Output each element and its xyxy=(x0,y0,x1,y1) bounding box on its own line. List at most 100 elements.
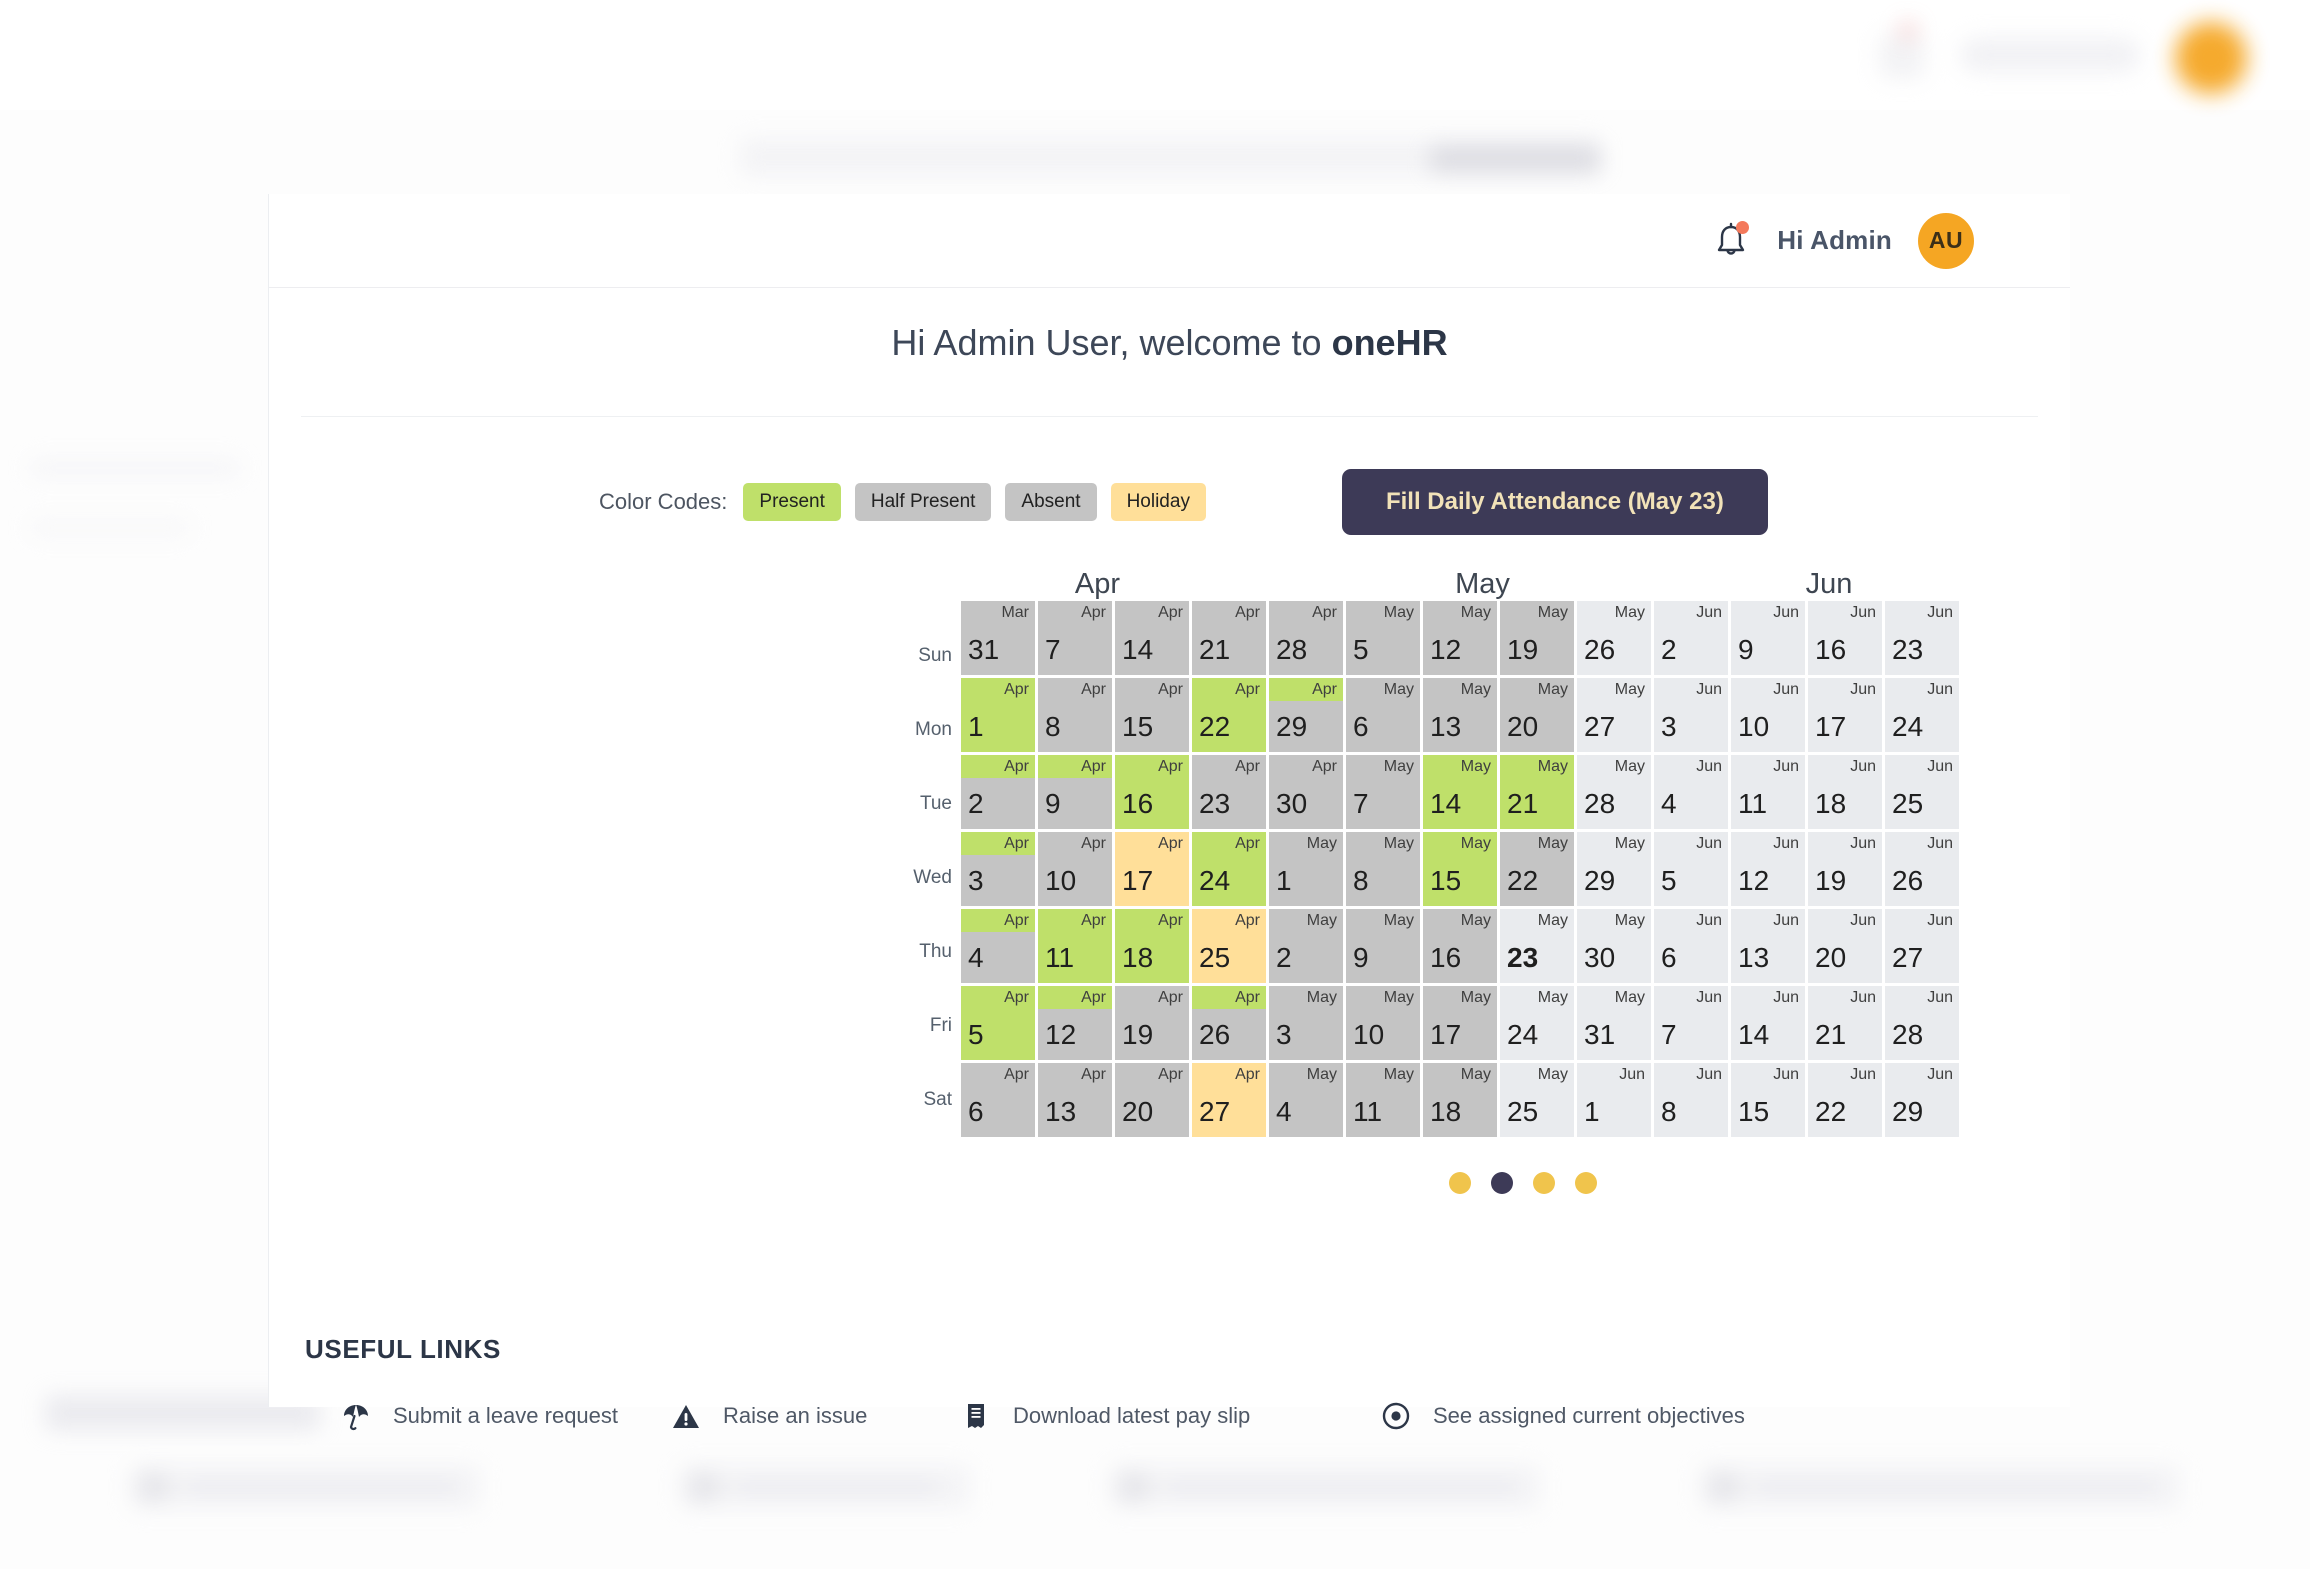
calendar-day-cell[interactable]: Jun 19 xyxy=(1808,832,1882,906)
calendar-day-cell[interactable]: Apr 19 xyxy=(1115,986,1189,1060)
calendar-day-cell[interactable]: Apr 16 xyxy=(1115,755,1189,829)
calendar-day-cell[interactable]: May 18 xyxy=(1423,1063,1497,1137)
calendar-day-cell[interactable]: Apr 21 xyxy=(1192,601,1266,675)
calendar-day-cell[interactable]: May 15 xyxy=(1423,832,1497,906)
calendar-day-cell[interactable]: Apr 10 xyxy=(1038,832,1112,906)
calendar-day-cell[interactable]: Jun 10 xyxy=(1731,678,1805,752)
calendar-day-cell[interactable]: Apr 1 xyxy=(961,678,1035,752)
calendar-day-cell[interactable]: Jun 11 xyxy=(1731,755,1805,829)
calendar-day-cell[interactable]: May 28 xyxy=(1577,755,1651,829)
calendar-day-cell[interactable]: Jun 6 xyxy=(1654,909,1728,983)
calendar-day-cell[interactable]: Apr 18 xyxy=(1115,909,1189,983)
calendar-day-cell[interactable]: May 7 xyxy=(1346,755,1420,829)
calendar-day-cell[interactable]: Apr 27 xyxy=(1192,1063,1266,1137)
calendar-day-cell[interactable]: Apr 5 xyxy=(961,986,1035,1060)
calendar-day-cell[interactable]: Jun 23 xyxy=(1885,601,1959,675)
calendar-day-cell[interactable]: May 5 xyxy=(1346,601,1420,675)
calendar-day-cell[interactable]: May 25 xyxy=(1500,1063,1574,1137)
calendar-day-cell[interactable]: May 17 xyxy=(1423,986,1497,1060)
calendar-day-cell[interactable]: May 20 xyxy=(1500,678,1574,752)
calendar-day-cell[interactable]: May 31 xyxy=(1577,986,1651,1060)
calendar-day-cell[interactable]: May 22 xyxy=(1500,832,1574,906)
calendar-day-cell[interactable]: Apr 13 xyxy=(1038,1063,1112,1137)
calendar-day-cell[interactable]: Jun 2 xyxy=(1654,601,1728,675)
calendar-day-cell[interactable]: May 19 xyxy=(1500,601,1574,675)
calendar-day-cell[interactable]: Apr 4 xyxy=(961,909,1035,983)
calendar-day-cell[interactable]: May 12 xyxy=(1423,601,1497,675)
calendar-day-cell[interactable]: Jun 17 xyxy=(1808,678,1882,752)
calendar-day-cell[interactable]: Apr 28 xyxy=(1269,601,1343,675)
calendar-day-cell[interactable]: Apr 12 xyxy=(1038,986,1112,1060)
calendar-day-cell[interactable]: Jun 22 xyxy=(1808,1063,1882,1137)
calendar-day-cell[interactable]: May 11 xyxy=(1346,1063,1420,1137)
calendar-day-cell[interactable]: Jun 1 xyxy=(1577,1063,1651,1137)
calendar-day-cell[interactable]: Apr 6 xyxy=(961,1063,1035,1137)
calendar-day-cell[interactable]: May 9 xyxy=(1346,909,1420,983)
link-download-pay-slip[interactable]: Download latest pay slip xyxy=(961,1401,1381,1431)
calendar-day-cell[interactable]: Apr 15 xyxy=(1115,678,1189,752)
calendar-day-cell[interactable]: Jun 5 xyxy=(1654,832,1728,906)
calendar-day-cell[interactable]: Jun 9 xyxy=(1731,601,1805,675)
calendar-day-cell[interactable]: Apr 30 xyxy=(1269,755,1343,829)
calendar-day-cell[interactable]: Jun 20 xyxy=(1808,909,1882,983)
calendar-day-cell[interactable]: May 6 xyxy=(1346,678,1420,752)
calendar-day-cell[interactable]: Apr 8 xyxy=(1038,678,1112,752)
carousel-dot[interactable] xyxy=(1448,1172,1471,1194)
carousel-dot[interactable] xyxy=(1490,1172,1513,1194)
calendar-day-cell[interactable]: May 30 xyxy=(1577,909,1651,983)
carousel-dot[interactable] xyxy=(1574,1172,1597,1194)
calendar-day-cell[interactable]: Apr 20 xyxy=(1115,1063,1189,1137)
calendar-day-cell[interactable]: May 4 xyxy=(1269,1063,1343,1137)
calendar-day-cell[interactable]: Jun 25 xyxy=(1885,755,1959,829)
calendar-day-cell[interactable]: Jun 8 xyxy=(1654,1063,1728,1137)
calendar-day-cell[interactable]: Jun 7 xyxy=(1654,986,1728,1060)
calendar-day-cell[interactable]: May 23 xyxy=(1500,909,1574,983)
link-raise-an-issue[interactable]: Raise an issue xyxy=(671,1401,961,1431)
calendar-day-cell[interactable]: Apr 25 xyxy=(1192,909,1266,983)
calendar-day-cell[interactable]: Jun 14 xyxy=(1731,986,1805,1060)
calendar-day-cell[interactable]: May 10 xyxy=(1346,986,1420,1060)
calendar-day-cell[interactable]: Apr 11 xyxy=(1038,909,1112,983)
calendar-day-cell[interactable]: Mar 31 xyxy=(961,601,1035,675)
calendar-day-cell[interactable]: Jun 13 xyxy=(1731,909,1805,983)
avatar[interactable]: AU xyxy=(1918,212,1974,269)
calendar-day-cell[interactable]: May 3 xyxy=(1269,986,1343,1060)
fill-daily-attendance-button[interactable]: Fill Daily Attendance (May 23) xyxy=(1341,469,1768,535)
carousel-dot[interactable] xyxy=(1532,1172,1555,1194)
calendar-day-cell[interactable]: Jun 16 xyxy=(1808,601,1882,675)
calendar-day-cell[interactable]: Jun 26 xyxy=(1885,832,1959,906)
calendar-day-cell[interactable]: May 21 xyxy=(1500,755,1574,829)
calendar-day-cell[interactable]: May 16 xyxy=(1423,909,1497,983)
calendar-day-cell[interactable]: Apr 17 xyxy=(1115,832,1189,906)
calendar-day-cell[interactable]: Jun 27 xyxy=(1885,909,1959,983)
calendar-day-cell[interactable]: May 13 xyxy=(1423,678,1497,752)
calendar-day-cell[interactable]: May 26 xyxy=(1577,601,1651,675)
calendar-day-cell[interactable]: Apr 9 xyxy=(1038,755,1112,829)
calendar-day-cell[interactable]: Apr 7 xyxy=(1038,601,1112,675)
calendar-day-cell[interactable]: May 1 xyxy=(1269,832,1343,906)
calendar-day-cell[interactable]: Jun 21 xyxy=(1808,986,1882,1060)
notifications-button[interactable] xyxy=(1711,219,1751,263)
calendar-day-cell[interactable]: Jun 12 xyxy=(1731,832,1805,906)
calendar-day-cell[interactable]: May 29 xyxy=(1577,832,1651,906)
calendar-day-cell[interactable]: Jun 4 xyxy=(1654,755,1728,829)
calendar-day-cell[interactable]: Apr 29 xyxy=(1269,678,1343,752)
calendar-day-cell[interactable]: Apr 14 xyxy=(1115,601,1189,675)
calendar-day-cell[interactable]: Apr 24 xyxy=(1192,832,1266,906)
calendar-day-cell[interactable]: May 24 xyxy=(1500,986,1574,1060)
calendar-day-cell[interactable]: May 14 xyxy=(1423,755,1497,829)
calendar-day-cell[interactable]: Jun 3 xyxy=(1654,678,1728,752)
calendar-day-cell[interactable]: Jun 18 xyxy=(1808,755,1882,829)
calendar-day-cell[interactable]: Apr 2 xyxy=(961,755,1035,829)
link-see-objectives[interactable]: See assigned current objectives xyxy=(1381,1401,1745,1431)
calendar-day-cell[interactable]: Jun 24 xyxy=(1885,678,1959,752)
calendar-day-cell[interactable]: May 2 xyxy=(1269,909,1343,983)
calendar-day-cell[interactable]: Apr 23 xyxy=(1192,755,1266,829)
calendar-day-cell[interactable]: Jun 15 xyxy=(1731,1063,1805,1137)
calendar-day-cell[interactable]: Apr 3 xyxy=(961,832,1035,906)
calendar-day-cell[interactable]: Jun 28 xyxy=(1885,986,1959,1060)
calendar-day-cell[interactable]: Jun 29 xyxy=(1885,1063,1959,1137)
link-submit-leave-request[interactable]: Submit a leave request xyxy=(341,1401,671,1431)
calendar-day-cell[interactable]: May 27 xyxy=(1577,678,1651,752)
calendar-day-cell[interactable]: Apr 22 xyxy=(1192,678,1266,752)
